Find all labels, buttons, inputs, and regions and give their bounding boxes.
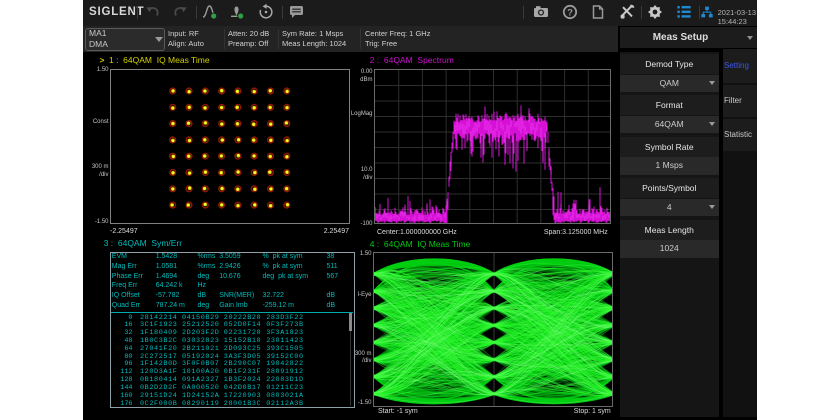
- svg-text:?: ?: [567, 7, 573, 18]
